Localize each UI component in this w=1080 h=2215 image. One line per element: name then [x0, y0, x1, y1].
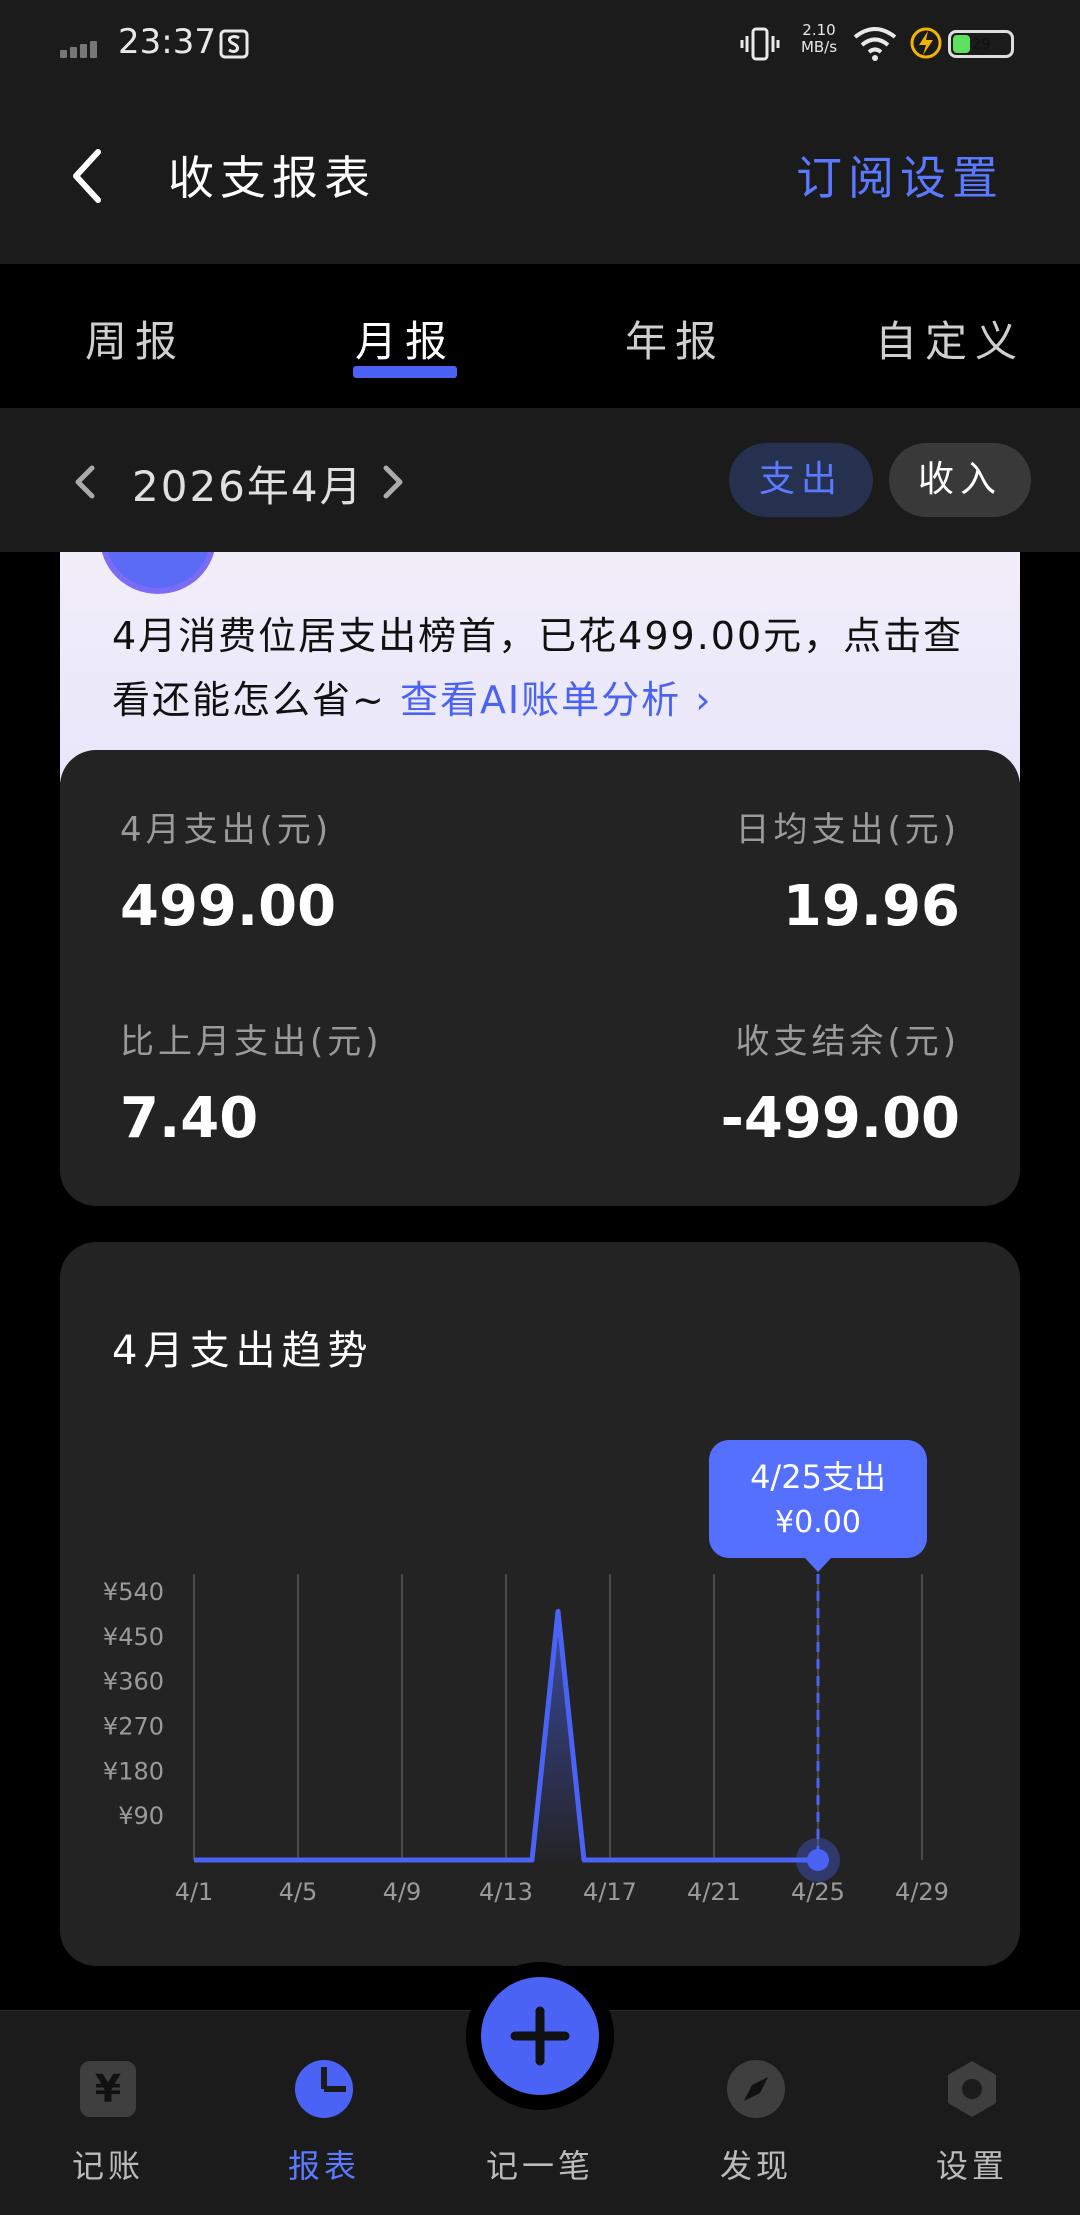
- pie-chart-icon: [295, 2060, 353, 2118]
- x-tick-label: 4/5: [279, 1878, 318, 1906]
- income-toggle[interactable]: 收入: [889, 443, 1031, 517]
- trend-card: 4月支出趋势 ¥90 ¥180 ¥270 ¥360 ¥450 ¥540 4/1 4/5 4/9…: [60, 1242, 1020, 1966]
- back-icon[interactable]: [68, 146, 108, 206]
- y-tick-label: ¥450: [103, 1623, 164, 1651]
- network-speed: 2.10 MB/s: [800, 21, 838, 56]
- page-title: 收支报表: [168, 151, 376, 205]
- nav-label: 报表: [287, 2147, 360, 2185]
- header: 收支报表 订阅设置: [0, 90, 1080, 264]
- summary-card: 4月支出(元) 499.00 日均支出(元) 19.96 比上月支出(元) 7.…: [60, 750, 1020, 1206]
- compass-icon: [727, 2060, 785, 2118]
- report-tabs: 周报 月报 年报 自定义: [0, 264, 1080, 408]
- active-tab-indicator: [353, 366, 457, 378]
- balance-label: 收支结余(元): [735, 1022, 960, 1062]
- y-tick-label: ¥270: [103, 1713, 164, 1741]
- nav-label: 设置: [935, 2147, 1008, 2185]
- plus-icon: [510, 2006, 570, 2066]
- tooltip-date: 4/25支出: [750, 1458, 886, 1496]
- month-expense-label: 4月支出(元): [120, 810, 333, 850]
- tab-yearly[interactable]: 年报: [600, 308, 750, 369]
- month-expense-value: 499.00: [120, 874, 337, 939]
- notification-s-icon: [219, 29, 249, 59]
- yen-icon: ¥: [80, 2061, 136, 2117]
- tab-monthly[interactable]: 月报: [330, 308, 480, 369]
- tooltip-value: ¥0.00: [775, 1505, 861, 1540]
- nav-label: 记账: [71, 2147, 144, 2185]
- y-tick-label: ¥180: [103, 1757, 164, 1785]
- battery-icon: 29: [948, 30, 1014, 58]
- trend-chart[interactable]: ¥90 ¥180 ¥270 ¥360 ¥450 ¥540 4/1 4/5 4/9 4/13 4/1…: [60, 1242, 1020, 1966]
- status-time: 23:37: [118, 22, 216, 62]
- nav-item-report[interactable]: 报表: [216, 2011, 432, 2215]
- period-label[interactable]: 2026年4月: [132, 453, 364, 514]
- period-bar-controls: 2026年4月 支出 收入: [0, 408, 1080, 552]
- vibrate-icon: [740, 27, 780, 61]
- daily-avg-label: 日均支出(元): [735, 810, 960, 850]
- chevron-right-icon: ›: [695, 678, 713, 722]
- subscribe-settings-button[interactable]: 订阅设置: [796, 142, 1004, 208]
- wifi-icon: [853, 27, 897, 61]
- nav-label: 记一笔: [485, 2147, 594, 2185]
- tab-custom[interactable]: 自定义: [860, 308, 1040, 369]
- chart-tooltip: 4/25支出 ¥0.00: [709, 1440, 927, 1572]
- daily-avg-value: 19.96: [782, 874, 960, 939]
- y-tick-label: ¥90: [118, 1802, 164, 1830]
- x-tick-label: 4/25: [791, 1878, 845, 1906]
- highlight-point[interactable]: [807, 1849, 829, 1871]
- ai-analysis-link[interactable]: 查看AI账单分析 ›: [400, 678, 713, 722]
- ai-analysis-banner[interactable]: 4月消费位居支出榜首，已花499.00元，点击查看还能怎么省~ 查看AI账单分析…: [60, 482, 1020, 782]
- x-tick-label: 4/9: [383, 1878, 422, 1906]
- nav-item-bookkeeping[interactable]: ¥ 记账: [0, 2011, 216, 2215]
- nav-item-discover[interactable]: 发现: [648, 2011, 864, 2215]
- x-tick-label: 4/21: [687, 1878, 741, 1906]
- charging-icon: [910, 27, 942, 59]
- x-tick-label: 4/17: [583, 1878, 637, 1906]
- add-record-button[interactable]: [481, 1977, 599, 2095]
- x-tick-label: 4/29: [895, 1878, 949, 1906]
- vs-last-month-label: 比上月支出(元): [120, 1022, 383, 1062]
- prev-month-icon[interactable]: [72, 462, 98, 502]
- nav-item-settings[interactable]: 设置: [864, 2011, 1080, 2215]
- nav-label: 发现: [719, 2147, 792, 2185]
- status-bar: 23:37 2.10 MB/s 29: [0, 0, 1080, 90]
- ai-message: 4月消费位居支出榜首，已花499.00元，点击查看还能怎么省~ 查看AI账单分析…: [112, 614, 964, 722]
- y-tick-label: ¥360: [103, 1668, 164, 1696]
- x-tick-label: 4/13: [479, 1878, 533, 1906]
- balance-value: -499.00: [720, 1086, 960, 1151]
- y-tick-label: ¥540: [103, 1578, 164, 1606]
- tab-weekly[interactable]: 周报: [60, 308, 210, 369]
- next-month-icon[interactable]: [380, 462, 406, 502]
- svg-text:¥: ¥: [95, 2067, 121, 2111]
- hexagon-gear-icon: [948, 2061, 996, 2117]
- expense-toggle[interactable]: 支出: [729, 443, 873, 517]
- x-tick-label: 4/1: [175, 1878, 214, 1906]
- signal-icon: [60, 36, 106, 58]
- vs-last-month-value: 7.40: [120, 1086, 259, 1151]
